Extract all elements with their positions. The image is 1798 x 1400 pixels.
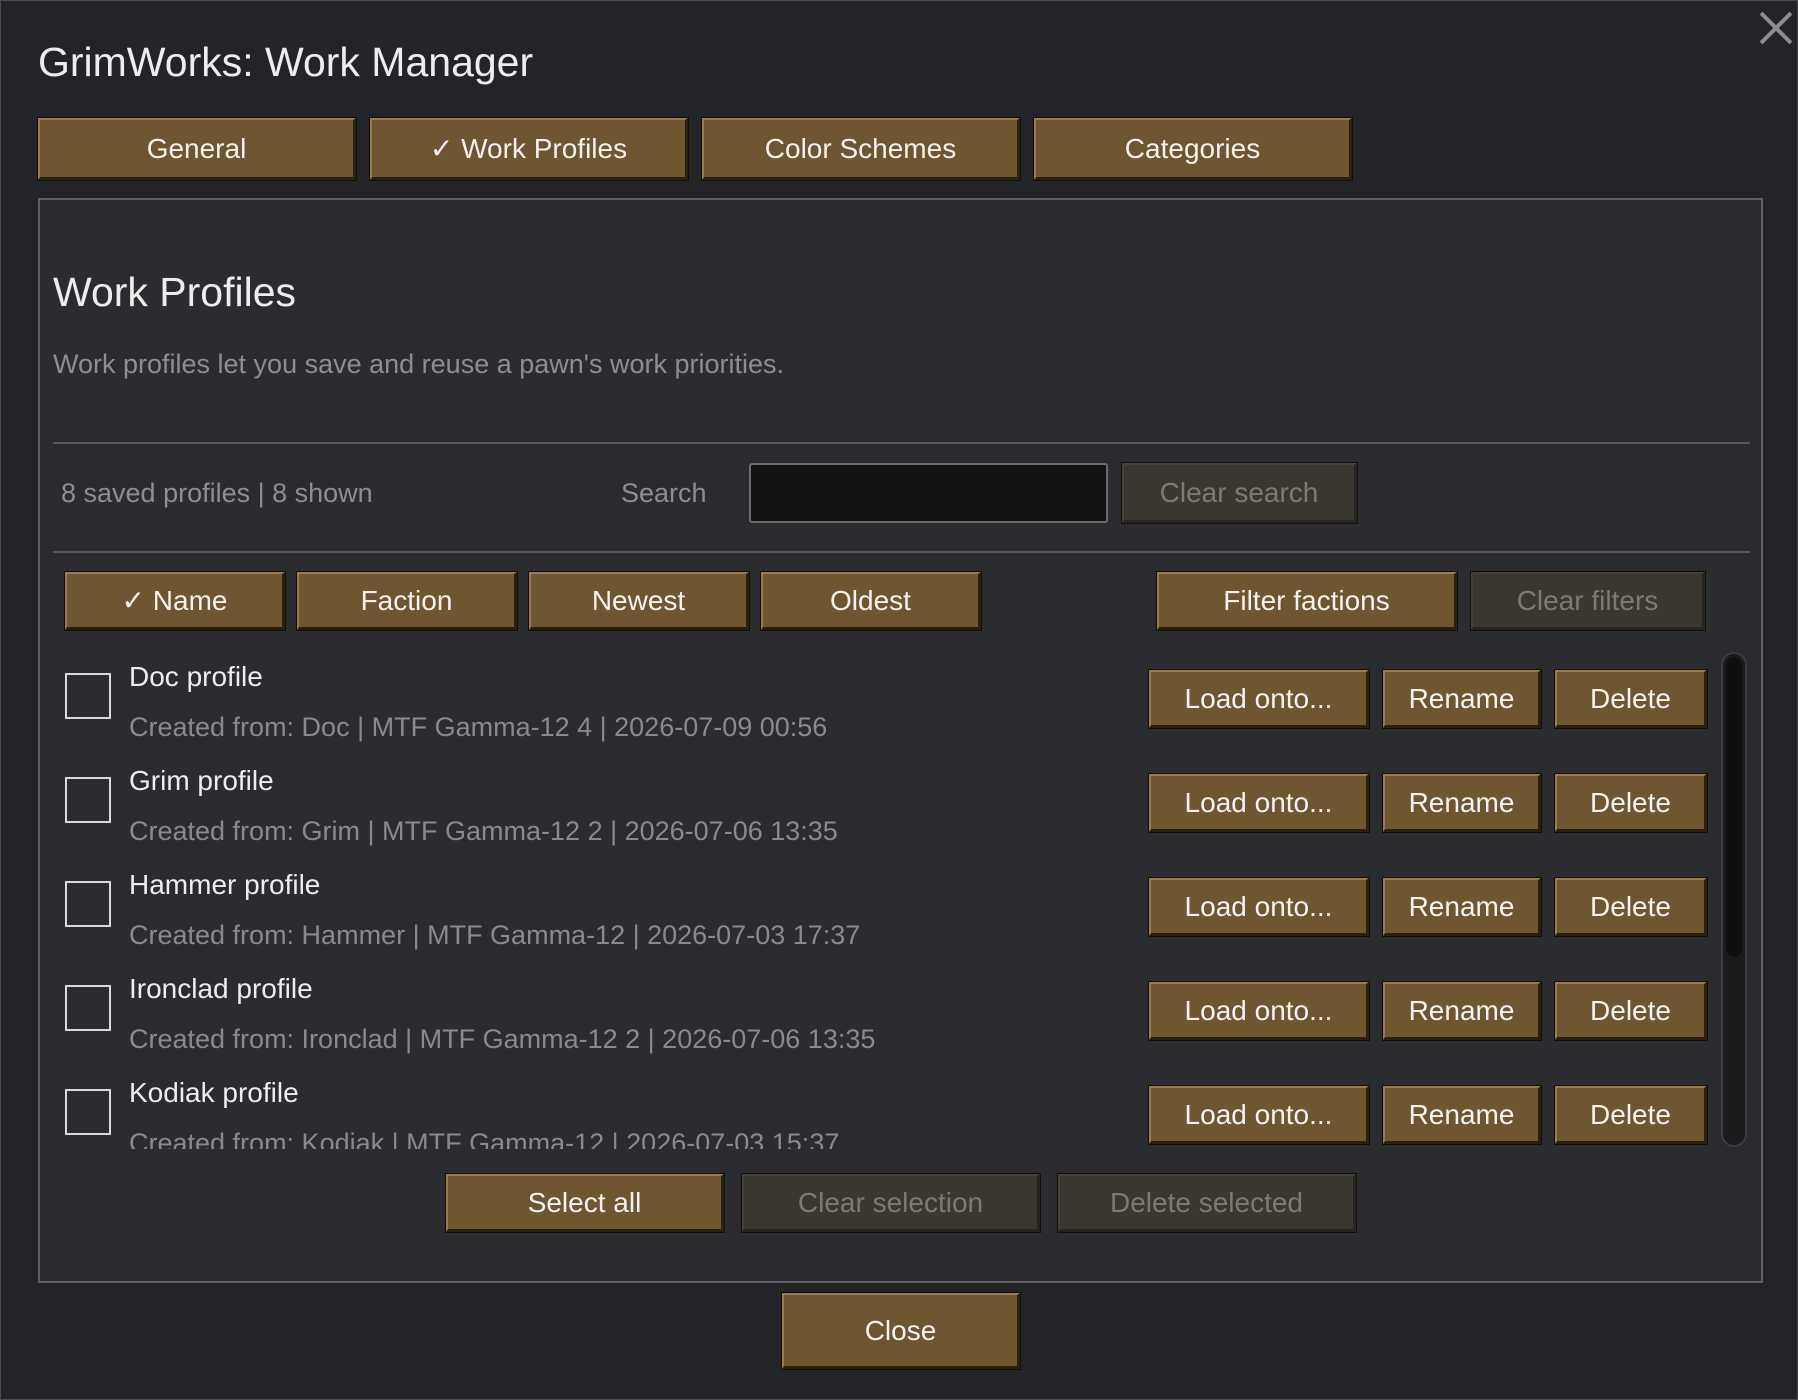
profile-details: Created from: Ironclad | MTF Gamma-12 2 … <box>129 1024 876 1054</box>
profile-details: Created from: Doc | MTF Gamma-12 4 | 202… <box>129 712 828 742</box>
profile-name: Hammer profile <box>129 869 321 900</box>
sort-faction-button[interactable]: Faction <box>297 572 517 630</box>
delete-selected-button[interactable]: Delete selected <box>1058 1174 1356 1232</box>
load-onto-button[interactable]: Load onto... <box>1149 982 1369 1040</box>
delete-button[interactable]: Delete <box>1555 878 1707 936</box>
divider <box>53 442 1750 444</box>
profile-checkbox[interactable] <box>65 985 111 1031</box>
profile-details: Created from: Kodiak | MTF Gamma-12 | 20… <box>129 1128 840 1149</box>
list-item: Kodiak profile Created from: Kodiak | MT… <box>53 1069 1713 1149</box>
section-description: Work profiles let you save and reuse a p… <box>53 349 784 379</box>
search-input[interactable] <box>749 463 1108 523</box>
load-onto-button[interactable]: Load onto... <box>1149 774 1369 832</box>
rename-button[interactable]: Rename <box>1383 1086 1541 1144</box>
sort-oldest-button[interactable]: Oldest <box>761 572 981 630</box>
profile-checkbox[interactable] <box>65 881 111 927</box>
sort-name-button[interactable]: ✓ Name <box>65 572 285 630</box>
sort-newest-button[interactable]: Newest <box>529 572 749 630</box>
load-onto-button[interactable]: Load onto... <box>1149 670 1369 728</box>
window-title: GrimWorks: Work Manager <box>38 39 534 85</box>
profile-checkbox[interactable] <box>65 1089 111 1135</box>
section-title: Work Profiles <box>53 269 297 315</box>
delete-button[interactable]: Delete <box>1555 982 1707 1040</box>
profile-details: Created from: Grim | MTF Gamma-12 2 | 20… <box>129 816 838 846</box>
close-icon[interactable] <box>1753 5 1798 51</box>
list-item: Grim profile Created from: Grim | MTF Ga… <box>53 757 1713 861</box>
select-all-button[interactable]: Select all <box>446 1174 724 1232</box>
rename-button[interactable]: Rename <box>1383 982 1541 1040</box>
load-onto-button[interactable]: Load onto... <box>1149 878 1369 936</box>
close-button[interactable]: Close <box>782 1293 1020 1369</box>
list-item: Ironclad profile Created from: Ironclad … <box>53 965 1713 1069</box>
delete-button[interactable]: Delete <box>1555 1086 1707 1144</box>
list-item: Doc profile Created from: Doc | MTF Gamm… <box>53 653 1713 757</box>
tab-general[interactable]: General <box>38 118 356 180</box>
rename-button[interactable]: Rename <box>1383 670 1541 728</box>
load-onto-button[interactable]: Load onto... <box>1149 1086 1369 1144</box>
tab-color-schemes[interactable]: Color Schemes <box>702 118 1020 180</box>
list-item: Hammer profile Created from: Hammer | MT… <box>53 861 1713 965</box>
tab-categories[interactable]: Categories <box>1034 118 1352 180</box>
profile-count-text: 8 saved profiles | 8 shown <box>61 478 373 508</box>
tab-work-profiles[interactable]: ✓ Work Profiles <box>370 118 688 180</box>
filter-factions-button[interactable]: Filter factions <box>1157 572 1457 630</box>
profile-name: Grim profile <box>129 765 274 796</box>
profile-checkbox[interactable] <box>65 673 111 719</box>
profile-details: Created from: Hammer | MTF Gamma-12 | 20… <box>129 920 861 950</box>
profile-name: Ironclad profile <box>129 973 313 1004</box>
clear-selection-button[interactable]: Clear selection <box>742 1174 1040 1232</box>
profile-name: Doc profile <box>129 661 263 692</box>
rename-button[interactable]: Rename <box>1383 878 1541 936</box>
work-manager-window: GrimWorks: Work Manager General ✓ Work P… <box>0 0 1798 1400</box>
search-label: Search <box>621 478 707 508</box>
profile-checkbox[interactable] <box>65 777 111 823</box>
clear-filters-button[interactable]: Clear filters <box>1471 572 1705 630</box>
clear-search-button[interactable]: Clear search <box>1122 463 1357 523</box>
scrollbar-thumb[interactable] <box>1726 657 1742 957</box>
delete-button[interactable]: Delete <box>1555 774 1707 832</box>
divider <box>53 551 1750 553</box>
profile-name: Kodiak profile <box>129 1077 299 1108</box>
rename-button[interactable]: Rename <box>1383 774 1541 832</box>
delete-button[interactable]: Delete <box>1555 670 1707 728</box>
profile-list[interactable]: Doc profile Created from: Doc | MTF Gamm… <box>53 653 1713 1149</box>
scrollbar-track[interactable] <box>1721 652 1747 1147</box>
